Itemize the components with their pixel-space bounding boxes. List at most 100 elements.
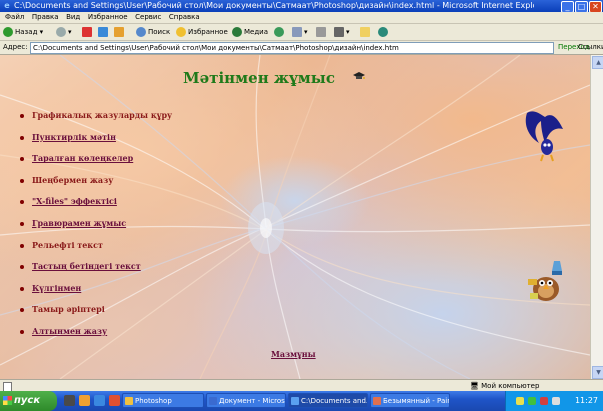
tray-icon[interactable] [516,397,524,405]
bullet [20,135,24,140]
start-button[interactable]: пуск [0,391,57,411]
taskbar-item-active[interactable]: C:\Documents and... [288,393,368,408]
topic-item[interactable]: "X-files" эффектісі [20,191,172,213]
folder-button[interactable] [360,26,372,38]
media-label: Медиа [244,28,269,36]
stop-button[interactable] [82,26,94,38]
vertical-scrollbar[interactable]: ▲ ▼ [590,55,603,379]
taskbar-item[interactable]: Документ - Microsoft [206,393,286,408]
standard-toolbar: Назад ▾ ▾ Поиск Избранное Медиа ▾ ▾ [0,24,603,41]
contents-link[interactable]: Мазмұны [271,349,316,359]
search-icon [136,27,146,37]
bullet [20,221,24,226]
media-player-icon[interactable] [109,395,120,406]
topic-link[interactable]: Пунктирлік мәтін [32,132,116,142]
print-button[interactable] [316,26,328,38]
start-label: пуск [14,395,41,406]
topic-label[interactable]: Шеңбермен жазу [32,175,113,185]
bullet [20,329,24,334]
menu-view[interactable]: Вид [66,12,80,23]
topic-link[interactable]: Гравюрамен жұмыс [32,218,126,228]
menu-help[interactable]: Справка [169,12,200,23]
security-zone-label: Мой компьютер [481,382,540,390]
taskbar-item[interactable]: Безымянный - Paint [370,393,450,408]
home-icon [114,27,124,37]
menu-bar: Файл Правка Вид Избранное Сервис Справка [0,12,603,24]
topic-link[interactable]: Күлгінмен [32,283,81,293]
bullet [20,243,24,248]
taskbar-item[interactable]: Photoshop [122,393,204,408]
forward-button[interactable]: ▾ [56,26,72,38]
forward-arrow-icon [56,27,66,37]
quicklaunch-icon[interactable] [79,395,90,406]
tray-icon[interactable] [528,397,536,405]
taskbar-item-label: Документ - Microsoft [219,397,285,405]
menu-file[interactable]: Файл [5,12,24,23]
favorites-label: Избранное [188,28,228,36]
scroll-down-arrow-icon[interactable]: ▼ [592,366,603,379]
topic-item[interactable]: Пунктирлік мәтін [20,127,172,149]
search-button[interactable]: Поиск [136,26,170,38]
home-button[interactable] [114,26,126,38]
history-icon [274,27,284,37]
topic-label[interactable]: Тамыр әріптері [32,304,105,314]
bullet [20,308,24,313]
bird-character-image [528,261,562,301]
topic-link[interactable]: Алтынмен жазу [32,326,107,336]
topic-label[interactable]: Графикалық жазуларды құру [32,110,172,120]
bullet [20,265,24,270]
topic-item[interactable]: Графикалық жазуларды құру [20,105,172,127]
page-content: Мәтінмен жұмыс Графикалық жазуларды құру… [0,55,590,379]
window-title-bar[interactable]: e C:\Documents and Settings\User\Рабочий… [0,0,603,13]
topic-link[interactable]: Тастың бетіндегі текст [32,261,141,271]
volume-icon[interactable] [552,397,560,405]
topic-link[interactable]: "X-files" эффектісі [32,196,117,206]
menu-tools[interactable]: Сервис [135,12,161,23]
topic-label[interactable]: Рельефті текст [32,240,103,250]
internet-explorer-icon [291,397,299,405]
favorites-button[interactable]: Избранное [176,26,228,38]
graduation-cap-icon [353,72,365,79]
topic-item[interactable]: Гравюрамен жұмыс [20,213,172,235]
system-tray: 11:27 [505,391,603,411]
history-button[interactable] [274,26,286,38]
folder-icon [360,27,370,37]
topic-item[interactable]: Рельефті текст [20,235,172,257]
internet-explorer-quicklaunch-icon[interactable] [94,395,105,406]
topic-list: Графикалық жазуларды құру Пунктирлік мәт… [20,105,172,343]
word-icon [209,397,217,405]
edit-button[interactable]: ▾ [334,26,350,38]
stop-icon [82,27,92,37]
media-button[interactable]: Медиа [232,26,268,38]
topic-item[interactable]: Күлгінмен [20,278,172,300]
topic-link[interactable]: Таралған көлеңкелер [32,153,133,163]
media-icon [232,27,242,37]
refresh-button[interactable] [98,26,110,38]
taskbar-item-label: Безымянный - Paint [383,397,450,405]
taskbar: пуск Photoshop Документ - Microsoft C:\D… [0,391,603,411]
messenger-button[interactable] [378,26,390,38]
mail-button[interactable]: ▾ [292,26,308,38]
back-button[interactable]: Назад ▾ [3,26,43,38]
tray-icon[interactable] [540,397,548,405]
topic-item[interactable]: Таралған көлеңкелер [20,148,172,170]
topic-item[interactable]: Тастың бетіндегі текст [20,256,172,278]
taskbar-item-label: C:\Documents and... [301,397,368,405]
scroll-up-arrow-icon[interactable]: ▲ [592,56,603,69]
back-arrow-icon [3,27,13,37]
topic-item[interactable]: Тамыр әріптері [20,299,172,321]
topic-item[interactable]: Алтынмен жазу [20,321,172,343]
internet-explorer-icon: e [4,1,10,10]
menu-favorites[interactable]: Избранное [88,12,128,23]
refresh-icon [98,27,108,37]
star-icon [176,27,186,37]
menu-edit[interactable]: Правка [32,12,59,23]
topic-item[interactable]: Шеңбермен жазу [20,170,172,192]
edit-icon [334,27,344,37]
address-input[interactable]: C:\Documents and Settings\User\Рабочий с… [30,42,554,54]
folder-icon [125,397,133,405]
show-desktop-icon[interactable] [64,395,75,406]
windows-logo-icon [3,396,12,405]
bullet [20,178,24,183]
links-button[interactable]: Ссылки [578,41,603,54]
